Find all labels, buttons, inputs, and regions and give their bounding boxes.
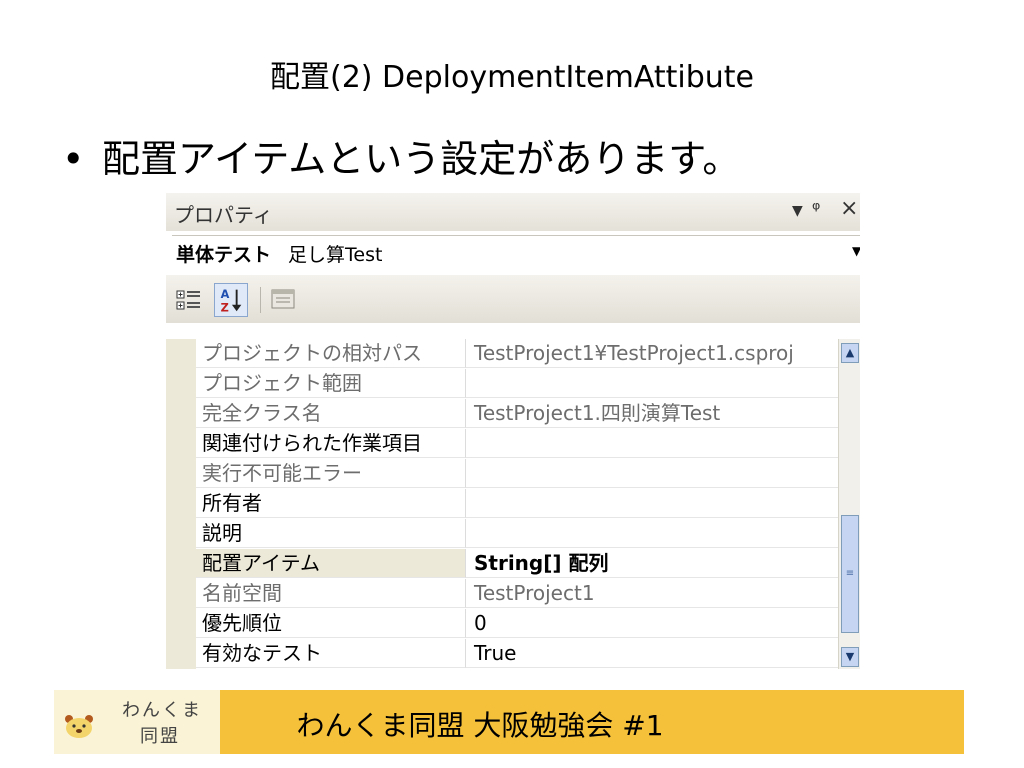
properties-titlebar: プロパティ ▼ ᵠ ×: [166, 193, 860, 231]
property-row[interactable]: 名前空間 TestProject1: [196, 579, 838, 609]
property-grid: プロジェクトの相対パス TestProject1¥TestProject1.csp…: [166, 339, 860, 669]
property-row[interactable]: 優先順位 0: [196, 609, 838, 639]
property-row[interactable]: 配置アイテム String[] 配列: [196, 549, 838, 579]
window-menu-dropdown-icon[interactable]: ▼: [792, 203, 803, 219]
property-value[interactable]: TestProject1.四則演算Test: [466, 399, 838, 428]
property-value[interactable]: [466, 369, 838, 398]
bullet-text: 配置アイテムという設定があります。: [102, 137, 741, 181]
property-value[interactable]: TestProject1¥TestProject1.csproj: [466, 339, 838, 368]
property-row[interactable]: 有効なテスト True: [196, 639, 838, 669]
property-row[interactable]: 完全クラス名 TestProject1.四則演算Test: [196, 399, 838, 429]
scroll-down-button[interactable]: ▼: [841, 647, 859, 667]
vertical-scrollbar[interactable]: ▲ ≡ ▼: [838, 339, 860, 669]
property-name[interactable]: プロジェクト範囲: [196, 369, 466, 398]
property-row[interactable]: 実行不可能エラー: [196, 459, 838, 489]
property-value[interactable]: [466, 429, 838, 458]
logo-text-line2: 同盟: [140, 726, 180, 747]
scroll-thumb[interactable]: ≡: [841, 515, 859, 633]
property-name[interactable]: 有効なテスト: [196, 639, 466, 668]
property-name[interactable]: 名前空間: [196, 579, 466, 608]
scroll-up-button[interactable]: ▲: [841, 343, 859, 363]
grid-left-margin: [166, 339, 196, 669]
property-row[interactable]: 所有者: [196, 489, 838, 519]
property-name[interactable]: 関連付けられた作業項目: [196, 429, 466, 458]
property-pages-icon[interactable]: [270, 287, 296, 311]
property-name[interactable]: 実行不可能エラー: [196, 459, 466, 488]
object-name: 単体テスト: [176, 244, 272, 266]
property-row[interactable]: プロジェクトの相対パス TestProject1¥TestProject1.csp…: [196, 339, 838, 369]
property-name[interactable]: 所有者: [196, 489, 466, 518]
bullet-dot: •: [62, 137, 85, 181]
slide-title: 配置(2) DeploymentItemAttibute: [270, 60, 754, 95]
footer-caption: わんくま同盟 大阪勉強会 #1: [296, 709, 664, 742]
object-selector[interactable]: 単体テスト 足し算Test ▼: [172, 235, 860, 268]
property-name[interactable]: 配置アイテム: [196, 549, 466, 578]
properties-window: プロパティ ▼ ᵠ × 単体テスト 足し算Test ▼ A Z プロジェクトの相…: [166, 193, 860, 669]
property-value[interactable]: True: [466, 639, 838, 668]
property-row[interactable]: 説明: [196, 519, 838, 549]
toolbar-separator: [260, 287, 261, 313]
alphabetical-sort-icon[interactable]: A Z: [214, 283, 248, 317]
close-icon[interactable]: ×: [840, 196, 858, 221]
property-row[interactable]: 関連付けられた作業項目: [196, 429, 838, 459]
footer-logo: わんくま 同盟: [54, 690, 220, 754]
property-name[interactable]: プロジェクトの相対パス: [196, 339, 466, 368]
bullet-item: • 配置アイテムという設定があります。: [62, 128, 740, 183]
svg-text:Z: Z: [221, 301, 229, 314]
object-type: 足し算Test: [288, 244, 383, 266]
footer-bar: わんくま同盟 大阪勉強会 #1: [220, 690, 964, 754]
categorized-icon[interactable]: [176, 289, 202, 311]
logo-text-line1: わんくま: [122, 700, 202, 721]
property-value[interactable]: [466, 489, 838, 518]
properties-title: プロパティ: [174, 203, 273, 227]
chevron-down-icon[interactable]: ▼: [852, 244, 860, 258]
property-value[interactable]: [466, 519, 838, 548]
property-value[interactable]: String[] 配列: [466, 549, 838, 578]
property-name[interactable]: 完全クラス名: [196, 399, 466, 428]
property-name[interactable]: 説明: [196, 519, 466, 548]
svg-text:A: A: [221, 288, 230, 301]
property-row[interactable]: プロジェクト範囲: [196, 369, 838, 399]
property-value[interactable]: TestProject1: [466, 579, 838, 608]
property-name[interactable]: 優先順位: [196, 609, 466, 638]
pin-icon[interactable]: ᵠ: [812, 197, 820, 221]
property-value[interactable]: 0: [466, 609, 838, 638]
property-value[interactable]: [466, 459, 838, 488]
properties-toolbar: A Z: [166, 275, 860, 323]
bear-icon: [65, 715, 93, 738]
